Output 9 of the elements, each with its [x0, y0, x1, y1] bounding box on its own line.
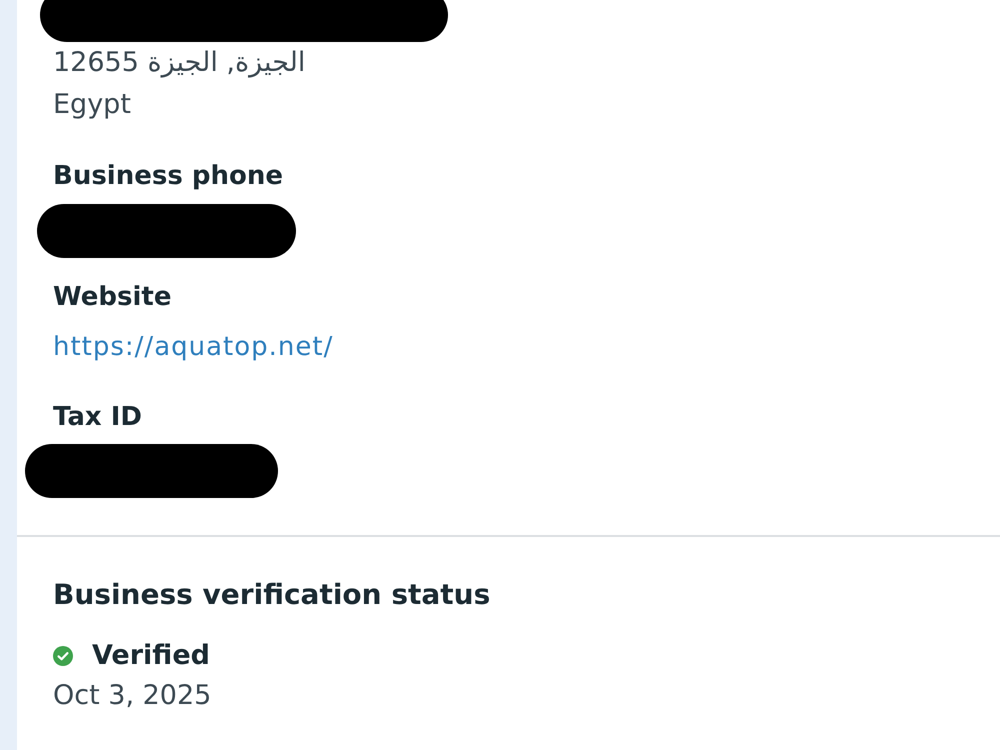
website-link[interactable]: https://aquatop.net/: [53, 327, 334, 367]
address-line: الجيزة, الجيزة 12655: [53, 46, 306, 80]
status-label: Verified: [92, 639, 210, 673]
field-label: Business phone: [53, 160, 283, 193]
section-title: Business verification status: [53, 577, 490, 613]
field-label: Tax ID: [53, 401, 142, 434]
address-line: Egypt: [53, 88, 131, 122]
verification-date: Oct 3, 2025: [53, 679, 212, 713]
field-label: Website: [53, 281, 172, 314]
